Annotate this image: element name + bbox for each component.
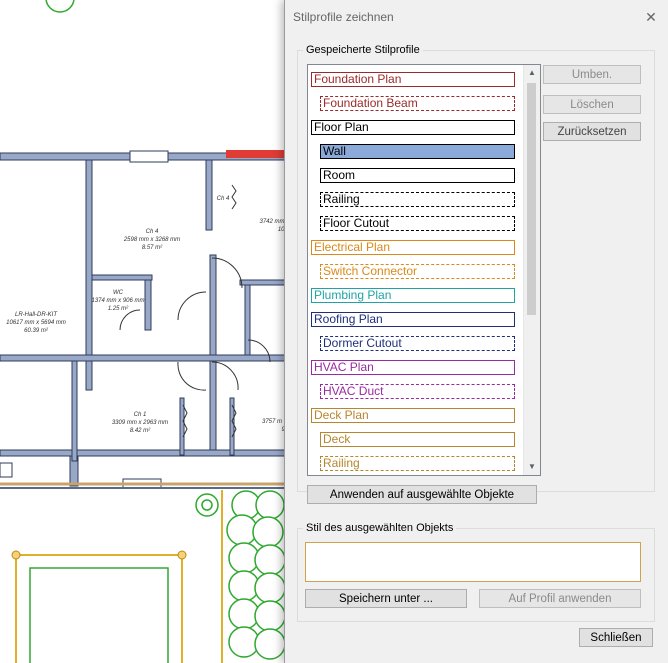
svg-text:3742 mm: 3742 mm <box>259 219 284 225</box>
profile-item[interactable]: Foundation Plan <box>311 72 515 87</box>
save-as-button[interactable]: Speichern unter ... <box>305 589 467 608</box>
plan-window <box>0 462 13 478</box>
profile-item[interactable]: Deck <box>320 432 515 447</box>
profile-item[interactable]: Wall <box>320 144 515 159</box>
profile-item[interactable]: Switch Connector <box>320 264 515 279</box>
profiles-list[interactable]: Foundation Plan Foundation Beam Floor Plan… <box>307 64 541 476</box>
rename-button[interactable]: Umben. <box>543 65 641 84</box>
plan-deck <box>11 490 223 663</box>
dialog-title: Stilprofile zeichnen <box>293 10 394 24</box>
profile-item[interactable]: Roofing Plan <box>311 312 515 327</box>
profile-item[interactable]: Railing <box>320 456 515 471</box>
svg-text:WC: WC <box>113 290 124 296</box>
svg-text:Ch 4: Ch 4 <box>146 229 159 235</box>
delete-button[interactable]: Löschen <box>543 95 641 114</box>
svg-text:3309 mm x 2963 mm: 3309 mm x 2963 mm <box>112 420 168 426</box>
profile-item[interactable]: Dormer Cutout <box>320 336 515 351</box>
selected-style-label: Stil des ausgewählten Objekts <box>303 522 457 534</box>
scroll-up-icon[interactable]: ▲ <box>524 65 540 81</box>
profile-item[interactable]: Railing <box>320 192 515 207</box>
svg-text:60.39 m²: 60.39 m² <box>24 328 49 334</box>
profile-item[interactable]: Plumbing Plan <box>311 288 515 303</box>
svg-text:2598 mm x 3268 mm: 2598 mm x 3268 mm <box>123 237 180 243</box>
selected-style-field[interactable] <box>305 542 641 582</box>
plan-window <box>129 150 169 163</box>
profile-item[interactable]: Room <box>320 168 515 183</box>
svg-text:3757 m: 3757 m <box>262 419 282 425</box>
svg-text:8.57 m²: 8.57 m² <box>142 245 163 251</box>
svg-text:1.25 m²: 1.25 m² <box>108 306 129 312</box>
profile-item[interactable]: HVAC Duct <box>320 384 515 399</box>
profile-item[interactable]: HVAC Plan <box>311 360 515 375</box>
profile-item[interactable]: Floor Cutout <box>320 216 515 231</box>
close-icon[interactable]: ✕ <box>641 7 661 27</box>
profiles-scrollbar[interactable]: ▲ ▼ <box>523 65 540 475</box>
profile-item[interactable]: Floor Plan <box>311 120 515 135</box>
svg-text:1374 mm x 906 mm: 1374 mm x 906 mm <box>91 298 144 304</box>
svg-text:8.42 m²: 8.42 m² <box>130 428 151 434</box>
close-button[interactable]: Schließen <box>579 628 653 647</box>
svg-text:Ch 1: Ch 1 <box>134 412 147 418</box>
apply-selected-button[interactable]: Anwenden auf ausgewählte Objekte <box>307 485 537 504</box>
svg-text:LR-Hall-DR-KIT: LR-Hall-DR-KIT <box>15 312 58 318</box>
scroll-thumb[interactable] <box>527 83 536 315</box>
profile-item[interactable]: Foundation Beam <box>320 96 515 111</box>
saved-profiles-label: Gespeicherte Stilprofile <box>303 44 423 56</box>
reset-button[interactable]: Zurücksetzen <box>543 122 641 141</box>
scroll-down-icon[interactable]: ▼ <box>524 459 540 475</box>
svg-text:10617 mm x 5694 mm: 10617 mm x 5694 mm <box>6 320 66 326</box>
profile-item[interactable]: Electrical Plan <box>311 240 515 255</box>
profile-item[interactable]: Deck Plan <box>311 408 515 423</box>
apply-profile-button[interactable]: Auf Profil anwenden <box>479 589 641 608</box>
svg-text:Ch 4: Ch 4 <box>217 196 230 202</box>
style-profiles-dialog: Stilprofile zeichnen ✕ Gespeicherte Stil… <box>284 0 668 663</box>
